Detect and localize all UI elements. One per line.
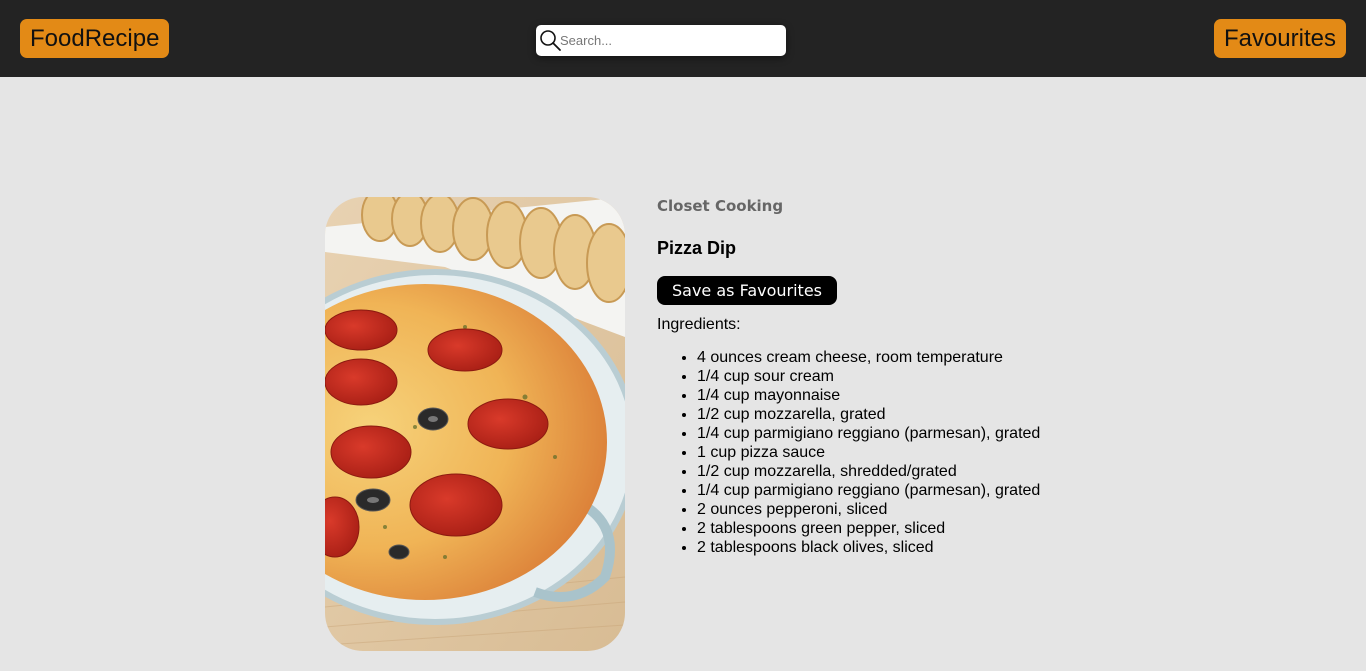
ingredient-item: 1/4 cup parmigiano reggiano (parmesan), … xyxy=(697,481,1157,500)
recipe-title: Pizza Dip xyxy=(657,238,737,258)
recipe-image xyxy=(325,197,625,651)
brand-home-button[interactable]: FoodRecipe xyxy=(20,19,170,58)
ingredient-item: 1/4 cup mayonnaise xyxy=(697,386,1157,405)
ingredient-item: 1 cup pizza sauce xyxy=(697,443,1157,462)
ingredient-item: 2 tablespoons black olives, sliced xyxy=(697,538,1157,557)
search-box xyxy=(536,25,786,56)
ingredient-item: 1/2 cup mozzarella, grated xyxy=(697,405,1157,424)
recipe-details: Closet Cooking Pizza Dip Save as Favouri… xyxy=(657,197,1157,557)
ingredient-item: 1/2 cup mozzarella, shredded/grated xyxy=(697,462,1157,481)
search-input[interactable] xyxy=(560,25,780,56)
ingredient-item: 2 ounces pepperoni, sliced xyxy=(697,500,1157,519)
ingredients-label: Ingredients: xyxy=(657,316,741,333)
ingredient-item: 1/4 cup parmigiano reggiano (parmesan), … xyxy=(697,424,1157,443)
top-navbar: FoodRecipe Favourites xyxy=(0,0,1366,77)
search-icon xyxy=(540,30,561,51)
ingredient-item: 4 ounces cream cheese, room temperature xyxy=(697,348,1157,367)
ingredient-item: 1/4 cup sour cream xyxy=(697,367,1157,386)
pizza-dip-photo xyxy=(325,197,625,651)
recipe-publisher: Closet Cooking xyxy=(657,197,784,215)
ingredients-list: 4 ounces cream cheese, room temperature … xyxy=(657,348,1157,557)
ingredient-item: 2 tablespoons green pepper, sliced xyxy=(697,519,1157,538)
save-as-favourites-button[interactable]: Save as Favourites xyxy=(657,276,837,305)
favourites-button[interactable]: Favourites xyxy=(1213,19,1346,58)
